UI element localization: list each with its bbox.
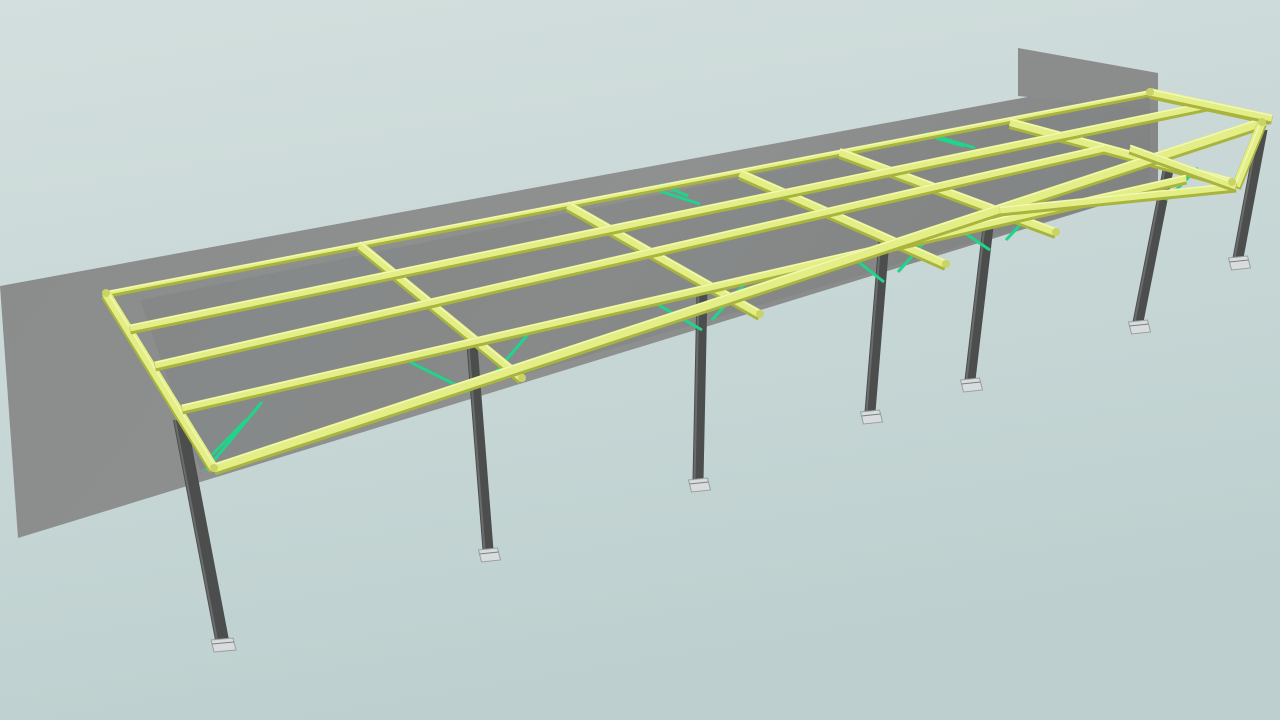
beam-joint-5 <box>942 260 950 268</box>
beam-joint-2 <box>210 464 218 472</box>
base-plate-7 <box>1227 255 1252 271</box>
base-plate-5 <box>959 377 984 393</box>
steel-frame-render <box>0 0 1280 720</box>
base-plate-4 <box>859 409 884 425</box>
beam-joint-8 <box>1258 118 1266 126</box>
base-plate-2 <box>477 547 502 563</box>
beam-joint-1 <box>102 289 110 297</box>
beam-joint-9 <box>1146 88 1154 96</box>
beam-joint-6 <box>1052 228 1060 236</box>
beam-joint-3 <box>518 374 526 382</box>
base-plate-3 <box>687 477 712 493</box>
beam-joint-4 <box>756 310 764 318</box>
base-plate-1 <box>210 637 237 653</box>
base-plate-6 <box>1127 319 1152 335</box>
beam-joint-7 <box>1228 178 1236 186</box>
